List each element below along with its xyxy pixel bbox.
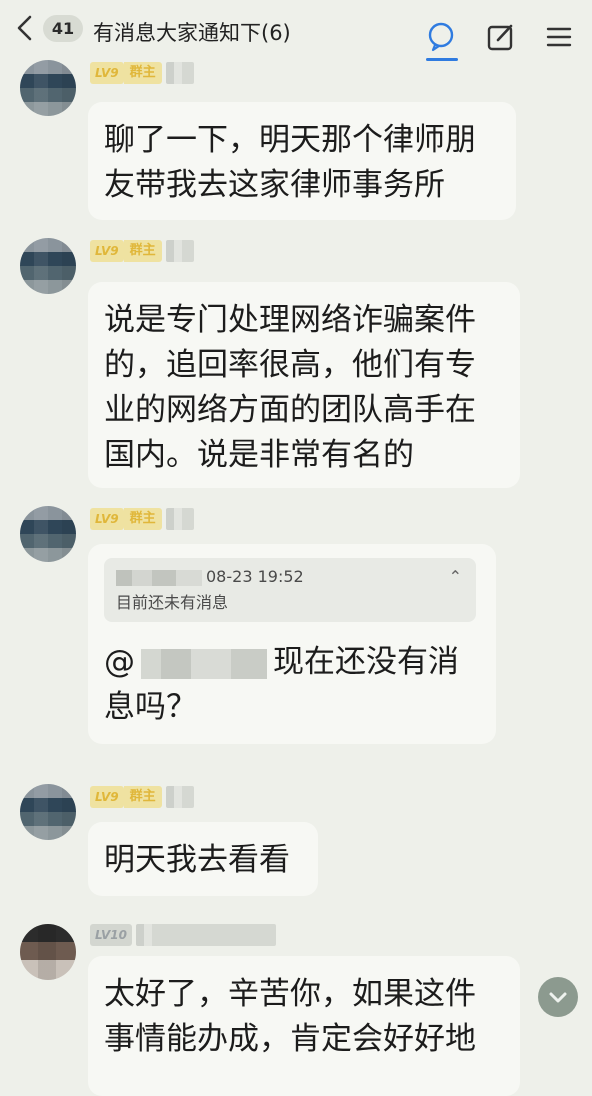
role-badge: 群主	[123, 786, 162, 808]
message-bubble[interactable]: 说是专门处理网络诈骗案件 的，追回率很高，他们有专 业的网络方面的团队高手在 国…	[88, 282, 520, 488]
level-badge: LV9	[90, 508, 124, 530]
sender-line: LV9 群主	[90, 786, 194, 810]
message-text-line: 事情能办成，肯定会好好地	[104, 1021, 476, 1057]
quote-text: 目前还未有消息	[116, 593, 229, 612]
sender-name[interactable]	[165, 62, 194, 84]
message-bubble[interactable]: 太好了，辛苦你，如果这件 事情能办成，肯定会好好地	[88, 956, 520, 1096]
message-text-line: 国内。说是非常有名的	[104, 437, 414, 473]
message-text-line: 息吗？	[104, 689, 197, 725]
sender-name[interactable]	[165, 240, 194, 262]
message-text-line: 太好了，辛苦你，如果这件	[104, 976, 476, 1012]
message-text-line: 聊了一下，明天那个律师朋	[104, 122, 476, 158]
active-tab-indicator	[426, 58, 458, 61]
chat-header: 41 有消息大家通知下(6)	[0, 0, 592, 61]
level-badge: LV9	[90, 62, 124, 84]
level-badge: LV10	[90, 924, 132, 946]
edit-icon[interactable]	[486, 22, 516, 52]
sender-line: LV9 群主	[90, 240, 194, 264]
level-badge: LV9	[90, 240, 124, 262]
message-text-line: 业的网络方面的团队高手在	[104, 392, 476, 428]
message-text-line: 明天我去看看	[104, 842, 290, 878]
avatar[interactable]	[20, 60, 76, 116]
message-bubble[interactable]: 聊了一下，明天那个律师朋 友带我去这家律师事务所	[88, 102, 516, 220]
level-badge: LV9	[90, 786, 124, 808]
mention-symbol: @	[104, 644, 135, 680]
role-badge: 群主	[123, 508, 162, 530]
sender-name[interactable]	[165, 508, 194, 530]
message-text-line: @ 现在还没有消	[104, 640, 476, 685]
message-text: 现在还没有消	[273, 644, 459, 680]
sender-line: LV9 群主	[90, 508, 194, 532]
avatar[interactable]	[20, 924, 76, 980]
message-bubble[interactable]: 08-23 19:52 目前还未有消息 ⌃ @ 现在还没有消 息吗？	[88, 544, 496, 744]
sender-name[interactable]	[135, 924, 276, 946]
sender-line: LV9 群主	[90, 62, 194, 86]
quote-sender-name	[116, 569, 202, 586]
menu-icon[interactable]	[544, 22, 574, 52]
chat-bubble-icon[interactable]	[426, 22, 456, 52]
chevron-down-icon	[549, 992, 567, 1003]
group-title: 有消息大家通知下(6)	[93, 21, 291, 45]
quote-time: 08-23 19:52	[206, 567, 304, 586]
sender-name[interactable]	[165, 786, 194, 808]
quoted-message[interactable]: 08-23 19:52 目前还未有消息 ⌃	[104, 558, 476, 622]
back-arrow-icon[interactable]	[14, 14, 36, 42]
message-text-line: 的，追回率很高，他们有专	[104, 347, 476, 383]
message-text-line: 友带我去这家律师事务所	[104, 167, 445, 203]
scroll-to-bottom-button[interactable]	[538, 977, 578, 1017]
sender-line: LV10	[90, 924, 276, 948]
avatar[interactable]	[20, 238, 76, 294]
collapse-quote-icon[interactable]: ⌃	[449, 566, 462, 588]
role-badge: 群主	[123, 62, 162, 84]
unread-count-badge[interactable]: 41	[43, 15, 83, 42]
avatar[interactable]	[20, 506, 76, 562]
message-bubble[interactable]: 明天我去看看	[88, 822, 318, 896]
role-badge: 群主	[123, 240, 162, 262]
mentioned-user[interactable]	[141, 648, 267, 679]
quote-header: 08-23 19:52	[116, 566, 464, 588]
message-text-line: 说是专门处理网络诈骗案件	[104, 302, 476, 338]
avatar[interactable]	[20, 784, 76, 840]
